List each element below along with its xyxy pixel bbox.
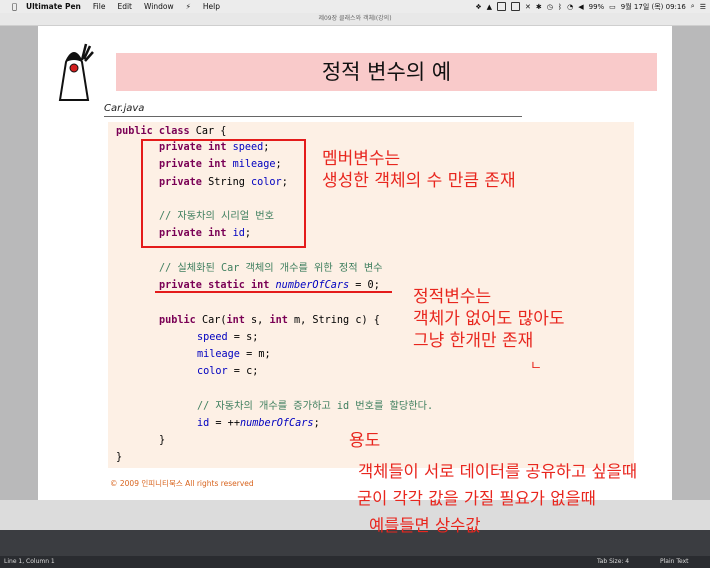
- code-close-outer: }: [116, 452, 123, 463]
- search-icon[interactable]: ⌕: [691, 2, 695, 11]
- menu-extras: ❖ ▲ ✕ ✱ ◷ ᛒ ◔ ◀ 99% ▭ 9월 17일 (목) 09:16 ⌕…: [475, 0, 706, 13]
- code-close-inner: }: [159, 435, 166, 446]
- window-icon[interactable]: [511, 2, 521, 11]
- bluetooth-icon[interactable]: ᛒ: [558, 3, 562, 11]
- member-vars-highlight-box: [141, 139, 306, 248]
- static-var-underline: [155, 291, 392, 293]
- annotation-mark: ㄴ: [530, 359, 542, 374]
- volume-icon[interactable]: ◀: [578, 3, 583, 11]
- file-underline: [104, 116, 522, 117]
- code-comment-count: // 자동차의 개수를 증가하고 id 번호를 할당한다.: [197, 401, 434, 412]
- app-menu[interactable]: Ultimate Pen: [26, 2, 81, 11]
- annotation-static-vars: 정적변수는 객체가 없어도 많아도 그냥 한개만 존재: [413, 287, 565, 351]
- code-line-constructor: public Car(int s, int m, String c) {: [159, 315, 380, 326]
- status-bar: Line 1, Column 1 Tab Size: 4 Plain Text: [0, 556, 710, 568]
- annotation-usage-title: 용도: [349, 431, 381, 451]
- annotation-usage-line2: 굳이 각각 값을 가질 필요가 없을때: [357, 489, 596, 508]
- menu-edit[interactable]: Edit: [117, 2, 132, 11]
- menu-help[interactable]: Help: [203, 2, 220, 11]
- java-duke-logo: [58, 43, 94, 101]
- syntax-mode[interactable]: Plain Text: [660, 556, 688, 568]
- datetime[interactable]: 9월 17일 (목) 09:16: [621, 2, 686, 12]
- left-margin: [0, 26, 38, 500]
- right-margin: [672, 26, 710, 500]
- annotation-usage-line3: 예를들면 상수값: [369, 516, 481, 535]
- code-assign-speed: speed = s;: [197, 332, 259, 343]
- wifi-icon[interactable]: ◔: [567, 3, 573, 11]
- gear-icon[interactable]: ✱: [536, 3, 542, 11]
- tab-size[interactable]: Tab Size: 4: [597, 556, 629, 568]
- code-line-class: public class Car {: [116, 126, 227, 137]
- code-comment-static: // 실체화된 Car 객체의 개수를 위한 정적 변수: [159, 263, 383, 274]
- x-icon[interactable]: ✕: [525, 3, 531, 11]
- battery-percent[interactable]: 99%: [589, 3, 605, 11]
- menu-bar:  Ultimate Pen File Edit Window ⚡ Help ❖…: [0, 0, 710, 14]
- lightning-icon[interactable]: ⚡: [186, 2, 191, 11]
- slide-title: 정적 변수의 예: [321, 60, 452, 84]
- clock-icon[interactable]: ◷: [547, 3, 553, 11]
- code-assign-id: id = ++numberOfCars;: [197, 418, 320, 429]
- editor-gap: [0, 500, 710, 530]
- dropbox-icon[interactable]: ❖: [475, 3, 481, 11]
- cursor-position[interactable]: Line 1, Column 1: [4, 556, 55, 568]
- screen-icon[interactable]: [497, 2, 507, 11]
- copyright-text: © 2009 인피니티북스 All rights reserved: [110, 479, 254, 488]
- code-assign-mileage: mileage = m;: [197, 349, 271, 360]
- code-assign-color: color = c;: [197, 366, 259, 377]
- annotation-usage-line1: 객체들이 서로 데이터를 공유하고 싶을때: [358, 462, 638, 481]
- file-name: Car.java: [104, 103, 145, 114]
- mountain-icon[interactable]: ▲: [487, 3, 492, 11]
- apple-menu-icon[interactable]: : [12, 2, 22, 11]
- annotation-member-vars: 멤버변수는 생성한 객체의 수 만큼 존재: [322, 149, 516, 191]
- editor-background: [0, 530, 710, 556]
- menu-window[interactable]: Window: [144, 2, 174, 11]
- window-title: 제09장 클래스와 객체I(강의): [0, 13, 710, 26]
- menu-file[interactable]: File: [93, 2, 106, 11]
- list-icon[interactable]: ☰: [700, 3, 706, 11]
- battery-icon[interactable]: ▭: [609, 3, 616, 11]
